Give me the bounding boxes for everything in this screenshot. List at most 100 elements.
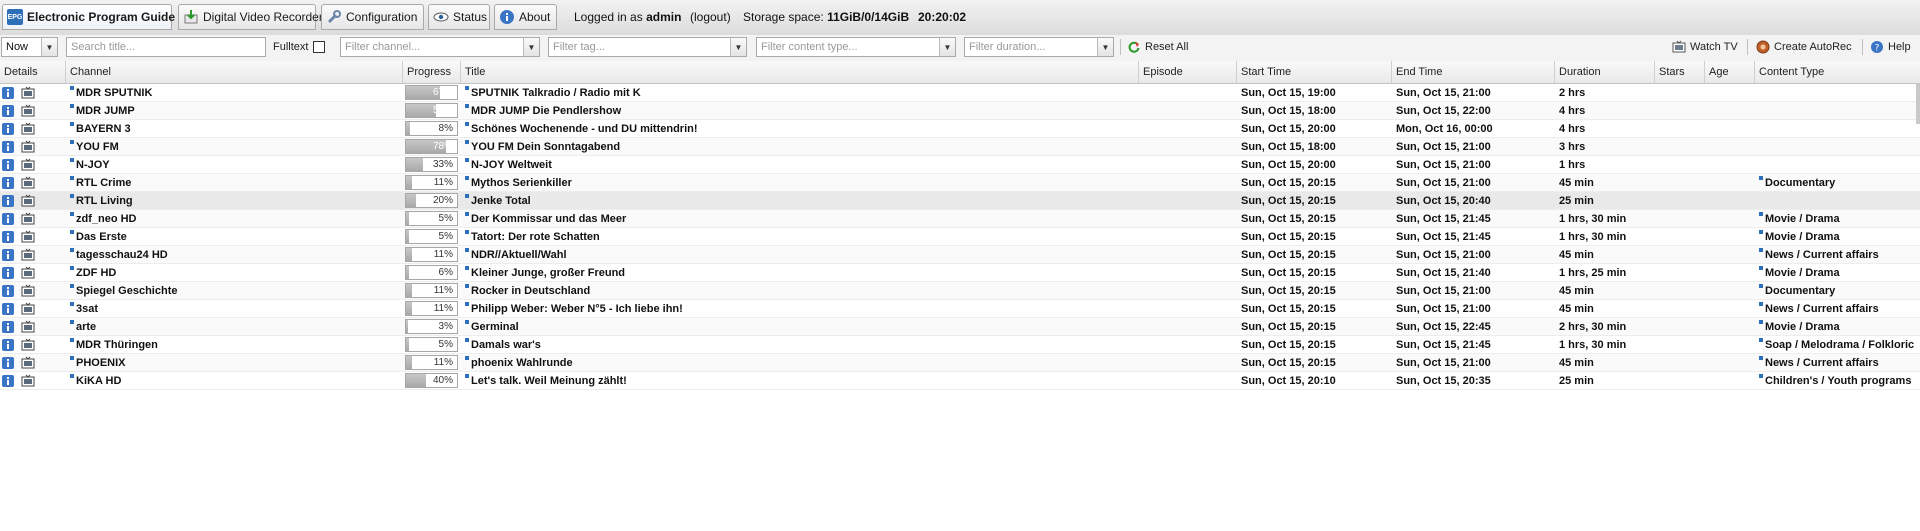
time-select[interactable]: Now ▼ — [1, 37, 58, 57]
table-row[interactable]: 78% YOU FM YOU FM Dein Sonntagabend Sun, Oc… — [0, 138, 1920, 156]
col-header-content-type[interactable]: Content Type — [1755, 61, 1920, 83]
start-time-cell-text: Sun, Oct 15, 20:00 — [1241, 158, 1336, 171]
col-header-title[interactable]: Title — [461, 61, 1139, 83]
record-program-icon[interactable] — [21, 212, 35, 226]
chevron-down-icon[interactable]: ▼ — [41, 38, 57, 56]
info-icon[interactable] — [1, 284, 15, 298]
col-header-end-time[interactable]: End Time — [1392, 61, 1555, 83]
content-type-cell: Movie / Drama — [1755, 228, 1920, 245]
col-header-progress[interactable]: Progress — [403, 61, 461, 83]
info-icon[interactable] — [1, 194, 15, 208]
episode-cell — [1139, 120, 1237, 137]
tab-label: Digital Video Recorder — [203, 10, 323, 24]
duration-cell: 2 hrs — [1555, 84, 1655, 101]
chevron-down-icon[interactable]: ▼ — [1097, 38, 1113, 56]
table-row[interactable]: 33% N-JOY N-JOY Weltweit Sun, Oct 15, 20:00… — [0, 156, 1920, 174]
info-icon[interactable] — [1, 356, 15, 370]
col-header-episode[interactable]: Episode — [1139, 61, 1237, 83]
info-icon[interactable] — [1, 374, 15, 388]
record-program-icon[interactable] — [21, 122, 35, 136]
record-program-icon[interactable] — [21, 230, 35, 244]
info-icon[interactable] — [1, 266, 15, 280]
tab-dvr[interactable]: Digital Video Recorder — [178, 4, 323, 30]
col-header-details[interactable]: Details — [0, 61, 66, 83]
info-icon[interactable] — [1, 230, 15, 244]
table-row[interactable]: 11% Spiegel Geschichte Rocker in Deutschla… — [0, 282, 1920, 300]
reset-all-button[interactable]: Reset All — [1127, 37, 1188, 57]
tab-configuration[interactable]: Configuration — [321, 4, 424, 30]
record-program-icon[interactable] — [21, 356, 35, 370]
record-program-icon[interactable] — [21, 374, 35, 388]
logout-link[interactable]: (logout) — [690, 4, 731, 30]
episode-cell — [1139, 282, 1237, 299]
duration-filter[interactable]: Filter duration... ▼ — [964, 37, 1114, 57]
col-header-age[interactable]: Age — [1705, 61, 1755, 83]
col-header-start-time[interactable]: Start Time — [1237, 61, 1392, 83]
info-icon[interactable] — [1, 338, 15, 352]
end-time-cell: Sun, Oct 15, 21:00 — [1392, 138, 1555, 155]
table-row[interactable]: 5% zdf_neo HD Der Kommissar und das Meer Su… — [0, 210, 1920, 228]
record-program-icon[interactable] — [21, 284, 35, 298]
record-program-icon[interactable] — [21, 266, 35, 280]
help-button[interactable]: ? Help — [1870, 37, 1911, 57]
table-row[interactable]: 5% Das Erste Tatort: Der rote Schatten Sun,… — [0, 228, 1920, 246]
tag-filter[interactable]: Filter tag... ▼ — [548, 37, 747, 57]
info-icon[interactable] — [1, 158, 15, 172]
info-icon[interactable] — [1, 212, 15, 226]
create-autorec-button[interactable]: Create AutoRec — [1756, 37, 1852, 57]
record-program-icon[interactable] — [21, 194, 35, 208]
fulltext-label: Fulltext — [273, 41, 309, 53]
table-row[interactable]: 11% 3sat Philipp Weber: Weber N°5 - Ich li… — [0, 300, 1920, 318]
table-row[interactable]: 3% arte Germinal Sun, Oct 15, 20:15 Sun, Oct… — [0, 318, 1920, 336]
info-icon[interactable] — [1, 122, 15, 136]
table-row[interactable]: 6% ZDF HD Kleiner Junge, großer Freund Sun,… — [0, 264, 1920, 282]
start-time-cell-text: Sun, Oct 15, 19:00 — [1241, 86, 1336, 99]
table-row[interactable]: 58% MDR JUMP MDR JUMP Die Pendlershow Sun, … — [0, 102, 1920, 120]
chevron-down-icon[interactable]: ▼ — [730, 38, 746, 56]
info-icon[interactable] — [1, 140, 15, 154]
chevron-down-icon[interactable]: ▼ — [939, 38, 955, 56]
record-program-icon[interactable] — [21, 248, 35, 262]
info-icon[interactable] — [1, 302, 15, 316]
record-program-icon[interactable] — [21, 320, 35, 334]
table-row[interactable]: 11% tagesschau24 HD NDR//Aktuell/Wahl Sun, … — [0, 246, 1920, 264]
table-row[interactable]: 40% KiKA HD Let's talk. Weil Meinung zählt… — [0, 372, 1920, 390]
table-row[interactable]: 8% BAYERN 3 Schönes Wochenende - und DU mi… — [0, 120, 1920, 138]
record-program-icon[interactable] — [21, 104, 35, 118]
watch-tv-button[interactable]: Watch TV — [1672, 37, 1738, 57]
record-program-icon[interactable] — [21, 176, 35, 190]
progress-fill — [406, 194, 417, 207]
table-row[interactable]: 20% RTL Living Jenke Total Sun, Oct 15, 20:… — [0, 192, 1920, 210]
duration-cell: 45 min — [1555, 174, 1655, 191]
tab-epg[interactable]: EPG Electronic Program Guide — [2, 4, 175, 30]
vertical-scrollbar[interactable] — [1916, 84, 1920, 124]
record-program-icon[interactable] — [21, 86, 35, 100]
info-icon[interactable] — [1, 248, 15, 262]
tab-label: About — [519, 10, 551, 24]
col-header-stars[interactable]: Stars — [1655, 61, 1705, 83]
chevron-down-icon[interactable]: ▼ — [523, 38, 539, 56]
table-row[interactable]: 11% PHOENIX phoenix Wahlrunde Sun, Oct 15, … — [0, 354, 1920, 372]
info-icon[interactable] — [1, 320, 15, 334]
record-program-icon[interactable] — [21, 140, 35, 154]
col-header-channel[interactable]: Channel — [66, 61, 403, 83]
episode-cell — [1139, 210, 1237, 227]
table-row[interactable]: 5% MDR Thüringen Damals war's Sun, Oct 15, … — [0, 336, 1920, 354]
duration-cell: 4 hrs — [1555, 102, 1655, 119]
record-program-icon[interactable] — [21, 302, 35, 316]
info-icon[interactable] — [1, 104, 15, 118]
tab-about[interactable]: About — [494, 4, 557, 30]
info-icon[interactable] — [1, 86, 15, 100]
clock: 20:20:02 — [918, 10, 967, 24]
record-program-icon[interactable] — [21, 338, 35, 352]
col-header-duration[interactable]: Duration — [1555, 61, 1655, 83]
content-type-filter[interactable]: Filter content type... ▼ — [756, 37, 956, 57]
title-search-input[interactable]: Search title... — [66, 37, 266, 57]
channel-filter[interactable]: Filter channel... ▼ — [340, 37, 540, 57]
tab-status[interactable]: Status — [428, 4, 490, 30]
record-program-icon[interactable] — [21, 158, 35, 172]
table-row[interactable]: 11% RTL Crime Mythos Serienkiller Sun, Oct … — [0, 174, 1920, 192]
table-row[interactable]: 67% MDR SPUTNIK SPUTNIK Talkradio / Radio … — [0, 84, 1920, 102]
info-icon[interactable] — [1, 176, 15, 190]
fulltext-checkbox[interactable] — [313, 41, 325, 53]
